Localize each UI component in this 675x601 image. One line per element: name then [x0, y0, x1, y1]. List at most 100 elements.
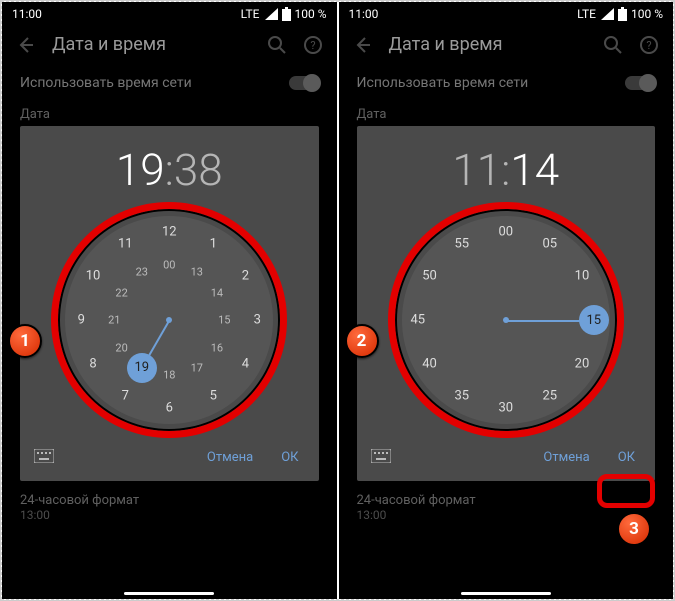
clock-tick[interactable]: 50	[422, 269, 437, 284]
clock-tick[interactable]: 40	[422, 357, 437, 372]
clock-tick[interactable]: 9	[78, 313, 85, 328]
status-net: LTE	[577, 7, 596, 21]
clock-tick[interactable]: 14	[211, 286, 223, 299]
switch-network-time[interactable]	[625, 76, 655, 90]
status-battery: 100 %	[631, 7, 663, 21]
svg-text:?: ?	[646, 39, 651, 52]
row-label: Использовать время сети	[357, 75, 529, 91]
clock-tick[interactable]: 18	[163, 369, 175, 382]
back-icon[interactable]	[16, 35, 36, 55]
clock-tick[interactable]: 2	[242, 269, 249, 284]
clock-tick[interactable]: 1	[210, 236, 217, 251]
clock-face-wrap: 1212345678910110013141516171819202122231…	[59, 210, 279, 430]
minute-value[interactable]: 14	[510, 144, 559, 196]
clock-tick[interactable]: 22	[115, 286, 127, 299]
help-icon[interactable]: ?	[639, 35, 659, 55]
clock-tick[interactable]: 7	[122, 389, 129, 404]
annotation-badge-1: 1	[8, 324, 42, 358]
colon: :	[165, 144, 174, 196]
status-bar: 11:00 LTE 100 %	[339, 2, 674, 24]
clock-face[interactable]: 00051015202530354045505515	[402, 216, 610, 424]
signal-icon	[600, 8, 614, 20]
minute-value[interactable]: 38	[174, 144, 223, 196]
row-date-label: Дата	[2, 101, 337, 124]
status-net: LTE	[241, 7, 260, 21]
search-icon[interactable]	[267, 35, 287, 55]
ok-button[interactable]: ОК	[271, 444, 308, 471]
clock-face-wrap: 00051015202530354045505515	[396, 210, 616, 430]
clock-tick[interactable]: 17	[191, 361, 203, 374]
battery-icon	[618, 7, 627, 21]
clock-tick[interactable]: 00	[498, 225, 513, 240]
page-title: Дата и время	[389, 34, 588, 55]
clock-tick[interactable]: 20	[575, 357, 590, 372]
status-time: 11:00	[12, 7, 42, 21]
colon: :	[501, 144, 510, 196]
status-battery: 100 %	[295, 7, 327, 21]
clock-tick[interactable]: 11	[118, 236, 133, 251]
svg-text:?: ?	[310, 39, 315, 52]
clock-tick[interactable]: 23	[136, 266, 148, 279]
time-display: 19:38	[20, 126, 319, 210]
clock-tick[interactable]: 55	[454, 236, 469, 251]
keyboard-icon[interactable]	[30, 444, 58, 471]
row-sublabel: 13:00	[357, 508, 656, 522]
screen-right: 11:00 LTE 100 % Дата и время ? Использов…	[337, 2, 674, 599]
status-right: LTE 100 %	[577, 7, 663, 21]
row-sublabel: 13:00	[20, 508, 319, 522]
row-24h-format[interactable]: 24-часовой формат 13:00	[2, 487, 337, 528]
clock-tick[interactable]: 30	[498, 401, 513, 416]
clock-selection-knob[interactable]: 15	[579, 305, 609, 335]
clock-tick[interactable]: 35	[454, 389, 469, 404]
clock-selection-knob[interactable]: 19	[127, 353, 157, 383]
clock-tick[interactable]: 13	[191, 266, 203, 279]
time-picker-dialog: 19:38 1212345678910110013141516171819202…	[20, 126, 319, 481]
row-date-label: Дата	[339, 101, 674, 124]
clock-tick[interactable]: 5	[210, 389, 217, 404]
dialog-actions: Отмена ОК	[357, 440, 656, 481]
ok-button[interactable]: ОК	[608, 444, 645, 471]
help-icon[interactable]: ?	[303, 35, 323, 55]
clock-tick[interactable]: 05	[542, 236, 557, 251]
status-right: LTE 100 %	[241, 7, 327, 21]
clock-face[interactable]: 1212345678910110013141516171819202122231…	[65, 216, 273, 424]
clock-tick[interactable]: 20	[115, 341, 127, 354]
signal-icon	[264, 8, 278, 20]
clock-tick[interactable]: 21	[108, 314, 120, 327]
clock-tick[interactable]: 3	[254, 313, 261, 328]
switch-network-time[interactable]	[289, 76, 319, 90]
clock-tick[interactable]: 12	[162, 225, 177, 240]
clock-tick[interactable]: 45	[410, 313, 425, 328]
clock-tick[interactable]: 15	[218, 314, 230, 327]
search-icon[interactable]	[603, 35, 623, 55]
row-label: Использовать время сети	[20, 75, 192, 91]
clock-tick[interactable]: 4	[242, 357, 249, 372]
time-picker-dialog: 11:14 00051015202530354045505515 Отмена …	[357, 126, 656, 481]
row-use-network-time[interactable]: Использовать время сети	[2, 65, 337, 101]
annotation-badge-3: 3	[617, 512, 651, 546]
clock-tick[interactable]: 10	[575, 269, 590, 284]
clock-tick[interactable]: 10	[86, 269, 101, 284]
clock-tick[interactable]: 6	[166, 401, 173, 416]
clock-tick[interactable]: 8	[89, 357, 96, 372]
home-indicator[interactable]	[461, 592, 551, 595]
battery-icon	[282, 7, 291, 21]
status-time: 11:00	[349, 7, 379, 21]
clock-tick[interactable]: 00	[163, 259, 175, 272]
status-bar: 11:00 LTE 100 %	[2, 2, 337, 24]
hour-value[interactable]: 11	[452, 144, 501, 196]
row-label: 24-часовой формат	[357, 493, 656, 508]
clock-tick[interactable]: 16	[211, 341, 223, 354]
row-use-network-time[interactable]: Использовать время сети	[339, 65, 674, 101]
row-label: 24-часовой формат	[20, 493, 319, 508]
back-icon[interactable]	[353, 35, 373, 55]
app-bar: Дата и время ?	[339, 24, 674, 65]
hour-value[interactable]: 19	[116, 144, 165, 196]
cancel-button[interactable]: Отмена	[533, 444, 599, 471]
keyboard-icon[interactable]	[367, 444, 395, 471]
home-indicator[interactable]	[124, 592, 214, 595]
app-bar: Дата и время ?	[2, 24, 337, 65]
clock-tick[interactable]: 25	[542, 389, 557, 404]
page-title: Дата и время	[52, 34, 251, 55]
cancel-button[interactable]: Отмена	[197, 444, 263, 471]
